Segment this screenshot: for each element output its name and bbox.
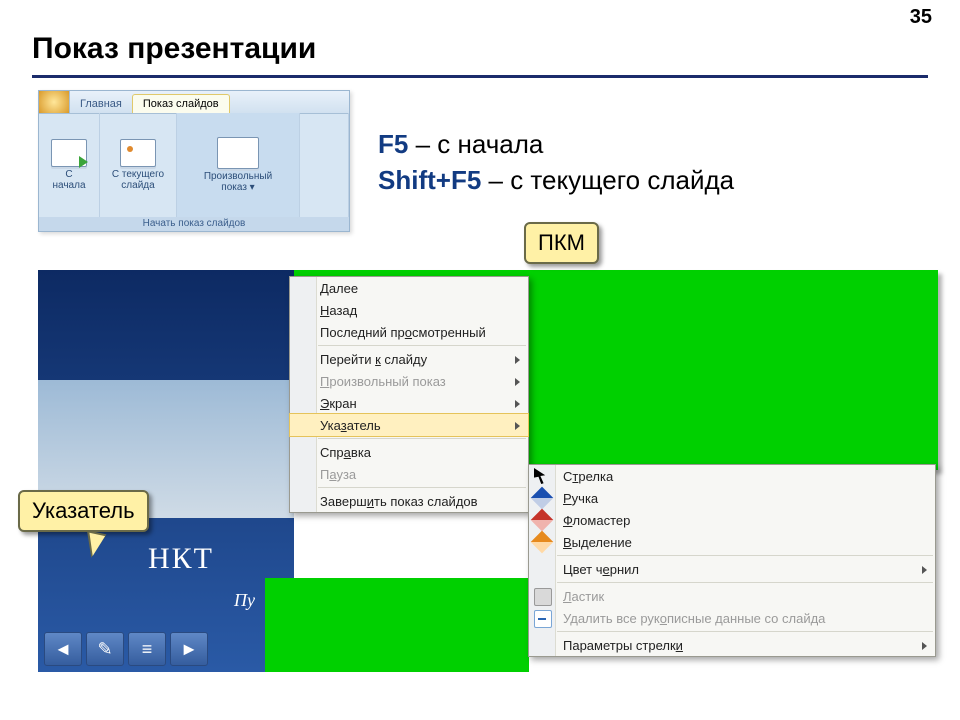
key-shift-f5: Shift+F5 — [378, 165, 481, 195]
slide: 35 Показ презентации Главная Показ слайд… — [0, 0, 960, 720]
ribbon-group-caption: Начать показ слайдов — [39, 217, 349, 231]
submenu-item-eraser: Ластик — [529, 585, 935, 607]
callout-rmb: ПКМ — [524, 222, 599, 264]
nav-pen-icon[interactable]: ✎ — [86, 632, 124, 666]
submenu-item-pen[interactable]: Ручка — [529, 487, 935, 509]
shortcut-text: F5 – с начала Shift+F5 – с текущего слай… — [378, 126, 734, 198]
btn-from-start-label: С начала — [52, 169, 85, 191]
delete-ink-icon — [534, 610, 552, 628]
pointer-submenu: Стрелка Ручка Фломастер Выделение Цвет ч… — [528, 464, 936, 657]
menu-separator — [557, 631, 933, 632]
btn-custom-label: Произвольный показ ▾ — [204, 171, 272, 193]
ribbon-tabs: Главная Показ слайдов — [39, 91, 349, 114]
menu-item-end-show[interactable]: Завершить показ слайдов — [290, 490, 528, 512]
submenu-item-ink-color[interactable]: Цвет чернил — [529, 558, 935, 580]
nav-menu-icon[interactable]: ≡ — [128, 632, 166, 666]
menu-item-back[interactable]: Назад — [290, 299, 528, 321]
menu-item-goto-slide[interactable]: Перейти к слайду — [290, 348, 528, 370]
btn-from-start: С начала — [39, 113, 100, 217]
tab-slideshow: Показ слайдов — [132, 94, 230, 113]
menu-item-screen[interactable]: Экран — [290, 392, 528, 414]
tab-home: Главная — [70, 95, 132, 113]
menu-item-custom-show: Произвольный показ — [290, 370, 528, 392]
cursor-icon — [534, 468, 550, 484]
menu-separator — [318, 345, 526, 346]
btn-custom-show: Произвольный показ ▾ — [177, 113, 300, 217]
menu-item-help[interactable]: Справка — [290, 441, 528, 463]
callout-pointer: Указатель — [18, 490, 149, 532]
menu-item-pointer[interactable]: Указатель — [289, 413, 529, 437]
ribbon-body: С начала С текущего слайда Произвольный … — [39, 113, 349, 217]
slideshow-navbar: ◄ ✎ ≡ ► — [44, 632, 208, 666]
menu-item-last-viewed[interactable]: Последний просмотренный — [290, 321, 528, 343]
title-rule — [32, 75, 928, 78]
preview-subtitle-fragment: Пу — [234, 590, 255, 611]
nav-next-icon[interactable]: ► — [170, 632, 208, 666]
menu-separator — [557, 582, 933, 583]
menu-separator — [318, 487, 526, 488]
key-f5-desc: – с начала — [408, 129, 543, 159]
ribbon-spacer — [300, 113, 349, 217]
menu-item-next[interactable]: Далее — [290, 277, 528, 299]
preview-title-fragment: НКТ — [148, 542, 214, 576]
key-f5: F5 — [378, 129, 408, 159]
submenu-item-erase-all: Удалить все рукописные данные со слайда — [529, 607, 935, 629]
menu-separator — [318, 438, 526, 439]
menu-item-pause: Пауза — [290, 463, 528, 485]
ribbon-screenshot: Главная Показ слайдов С начала С текущег… — [38, 90, 350, 232]
menu-separator — [557, 555, 933, 556]
submenu-item-highlighter[interactable]: Выделение — [529, 531, 935, 553]
slide-play-icon — [51, 139, 87, 167]
nav-prev-icon[interactable]: ◄ — [44, 632, 82, 666]
slide-current-icon — [120, 139, 156, 167]
submenu-item-felt-pen[interactable]: Фломастер — [529, 509, 935, 531]
page-number: 35 — [910, 6, 932, 29]
page-title: Показ презентации — [32, 32, 316, 66]
pen-icon — [531, 487, 554, 510]
slide-custom-icon — [217, 137, 259, 169]
eraser-icon — [534, 588, 552, 606]
key-shift-f5-desc: – с текущего слайда — [481, 165, 734, 195]
green-overlay-bottom — [265, 578, 529, 672]
highlighter-icon — [531, 531, 554, 554]
submenu-item-arrow[interactable]: Стрелка — [529, 465, 935, 487]
felt-pen-icon — [531, 509, 554, 532]
office-button-icon — [39, 91, 70, 113]
slideshow-preview: НКТ Пу ◄ ✎ ≡ ► — [38, 270, 294, 672]
btn-from-current: С текущего слайда — [100, 113, 177, 217]
submenu-item-arrow-options[interactable]: Параметры стрелки — [529, 634, 935, 656]
context-menu: Далее Назад Последний просмотренный Пере… — [289, 276, 529, 513]
btn-from-current-label: С текущего слайда — [112, 169, 164, 191]
